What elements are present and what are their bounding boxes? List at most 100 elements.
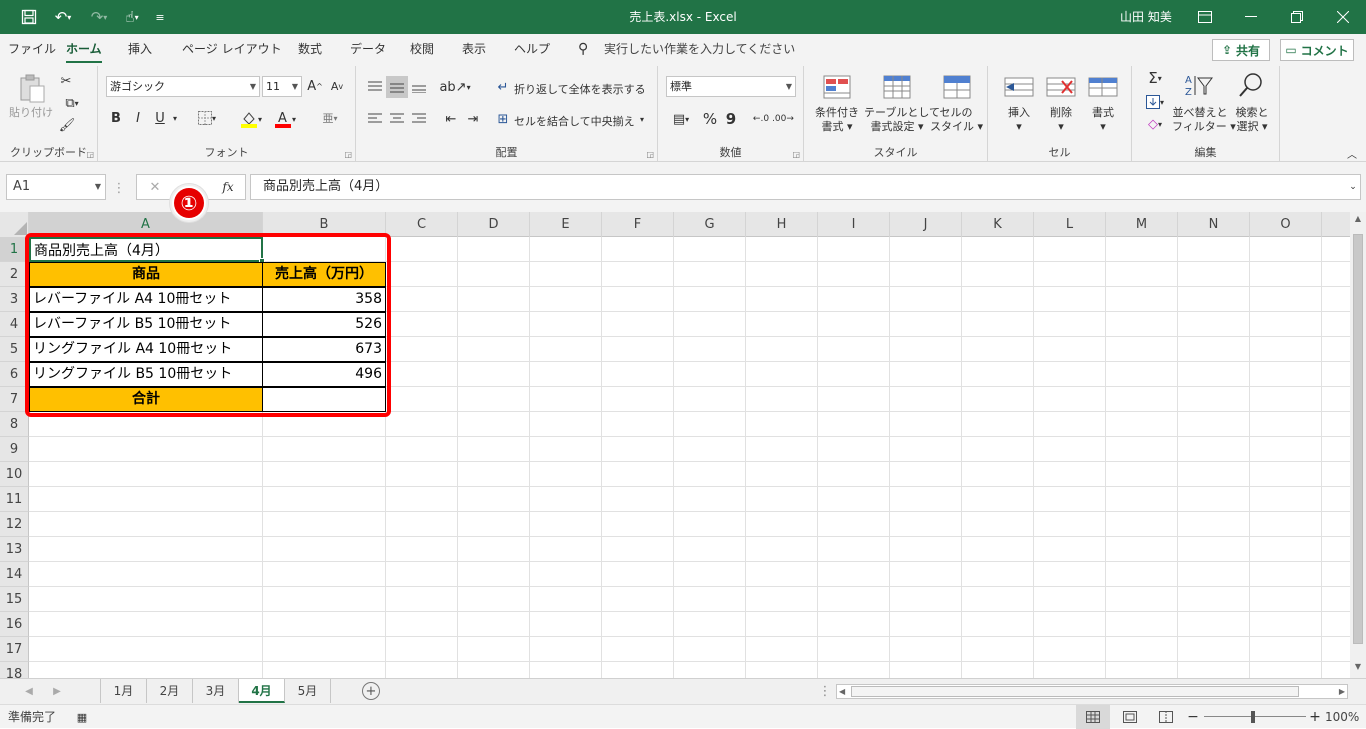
zoom-slider-thumb[interactable]	[1251, 711, 1255, 723]
cell-styles-icon[interactable]	[940, 72, 974, 102]
row-header-9[interactable]: 9	[0, 437, 29, 462]
row-header-10[interactable]: 10	[0, 462, 29, 487]
underline-dropdown-icon[interactable]: ▾	[170, 108, 180, 128]
sales-value-cell[interactable]: 526	[262, 312, 386, 337]
scroll-right-icon[interactable]: ▶	[1339, 685, 1345, 698]
accounting-format-icon[interactable]: ▤ ▾	[666, 108, 696, 130]
row-header-14[interactable]: 14	[0, 562, 29, 587]
format-as-table-button[interactable]: テーブルとして 書式設定 ▾	[864, 106, 940, 134]
zoom-out-icon[interactable]: −	[1186, 707, 1200, 727]
formula-input[interactable]: 商品別売上高（4月）	[250, 174, 1361, 200]
name-box[interactable]: A1 ▼	[6, 174, 106, 200]
decrease-font-icon[interactable]: Av	[328, 76, 346, 96]
page-layout-view-icon[interactable]	[1116, 705, 1144, 729]
align-center-icon[interactable]	[386, 108, 408, 130]
row-header-1[interactable]: 1	[0, 237, 29, 262]
sales-value-cell[interactable]: 358	[262, 287, 386, 312]
bold-button[interactable]: B	[108, 108, 124, 128]
undo-icon[interactable]: ↶ ▾	[46, 0, 80, 34]
close-icon[interactable]	[1320, 0, 1366, 34]
row-header-11[interactable]: 11	[0, 487, 29, 512]
column-header-m[interactable]: M	[1106, 212, 1178, 237]
row-header-2[interactable]: 2	[0, 262, 29, 287]
prev-sheet-icon[interactable]: ◀	[22, 683, 36, 699]
product-name-cell[interactable]: リングファイル B5 10冊セット	[29, 362, 263, 387]
decrease-decimal-icon[interactable]: .00→	[772, 108, 794, 130]
tab-home[interactable]: ホーム	[66, 34, 102, 66]
column-header-a[interactable]: A	[29, 212, 263, 237]
font-name-select[interactable]: 游ゴシック ▼	[106, 76, 260, 97]
insert-cells-icon[interactable]	[1002, 72, 1036, 102]
row-header-17[interactable]: 17	[0, 637, 29, 662]
scroll-left-icon[interactable]: ◀	[839, 685, 845, 698]
vertical-scrollbar[interactable]: ▲ ▼	[1350, 212, 1366, 678]
minimize-icon[interactable]	[1228, 0, 1274, 34]
cell-styles-button[interactable]: セルの スタイル ▾	[930, 106, 983, 134]
format-cells-button[interactable]: 書式 ▾	[1084, 106, 1122, 134]
zoom-in-icon[interactable]: +	[1308, 707, 1322, 727]
header-product-cell[interactable]: 商品	[29, 262, 263, 287]
clear-icon[interactable]: ◇ ▾	[1140, 114, 1170, 134]
tab-file[interactable]: ファイル	[8, 34, 56, 66]
horizontal-scroll-thumb[interactable]	[851, 686, 1299, 697]
insert-cells-button[interactable]: 挿入 ▾	[1000, 106, 1038, 134]
sheet-tab[interactable]: 5月	[285, 679, 331, 703]
search-icon[interactable]: ⚲	[578, 34, 588, 66]
paste-button[interactable]: 貼り付け	[8, 106, 54, 120]
conditional-format-icon[interactable]	[820, 72, 854, 102]
vertical-scroll-thumb[interactable]	[1353, 234, 1363, 644]
comma-style-button[interactable]: 9	[722, 108, 740, 130]
orientation-icon[interactable]: ab↗ ▾	[439, 76, 470, 98]
column-header-f[interactable]: F	[602, 212, 674, 237]
row-header-7[interactable]: 7	[0, 387, 29, 412]
total-value-cell[interactable]	[262, 387, 386, 412]
macro-record-icon[interactable]: ▦	[74, 709, 90, 725]
find-select-icon[interactable]	[1234, 70, 1268, 100]
tab-split-icon[interactable]: ⋮	[819, 683, 832, 699]
copy-icon[interactable]: ⧉ ▾	[58, 94, 86, 112]
tab-insert[interactable]: 挿入	[128, 34, 152, 66]
wrap-text-icon[interactable]: ↵	[494, 78, 512, 96]
cut-icon[interactable]: ✂	[58, 72, 74, 90]
decrease-indent-icon[interactable]: ⇤	[440, 108, 462, 130]
align-bottom-icon[interactable]	[408, 76, 430, 98]
fill-icon[interactable]: ▾	[1140, 92, 1170, 112]
scroll-up-icon[interactable]: ▲	[1352, 214, 1364, 228]
row-header-13[interactable]: 13	[0, 537, 29, 562]
sheet-tab[interactable]: 4月	[239, 679, 285, 703]
delete-cells-button[interactable]: 削除 ▾	[1042, 106, 1080, 134]
row-header-5[interactable]: 5	[0, 337, 29, 362]
expand-formula-icon[interactable]: ⌄	[1346, 178, 1360, 196]
column-header-d[interactable]: D	[458, 212, 530, 237]
next-sheet-icon[interactable]: ▶	[50, 683, 64, 699]
sheet-tab[interactable]: 2月	[147, 679, 193, 703]
format-painter-icon[interactable]: 🖌	[58, 116, 76, 134]
page-break-view-icon[interactable]	[1152, 705, 1180, 729]
column-header-l[interactable]: L	[1034, 212, 1106, 237]
redo-icon[interactable]: ↷ ▾	[82, 0, 116, 34]
header-sales-cell[interactable]: 売上高（万円）	[262, 262, 386, 287]
row-header-3[interactable]: 3	[0, 287, 29, 312]
insert-function-button[interactable]: fx	[218, 178, 238, 196]
worksheet-grid[interactable]: ABCDEFGHIJKLMNO 1 2 3 4 5 6 7 8 9 10 11 12 13 14 15 16 1…	[0, 212, 1366, 678]
merge-center-icon[interactable]: ⊞	[494, 110, 512, 128]
sales-value-cell[interactable]: 496	[262, 362, 386, 387]
conditional-format-button[interactable]: 条件付き 書式 ▾	[810, 106, 864, 134]
sales-value-cell[interactable]: 673	[262, 337, 386, 362]
align-middle-icon[interactable]	[386, 76, 408, 98]
delete-cells-icon[interactable]	[1044, 72, 1078, 102]
sort-filter-button[interactable]: 並べ替えと フィルター ▾	[1172, 106, 1236, 134]
percent-style-button[interactable]: %	[700, 108, 720, 130]
cell-a1-selected[interactable]: 商品別売上高（4月）	[29, 237, 263, 262]
cancel-formula-icon[interactable]: ✕	[146, 178, 164, 196]
total-label-cell[interactable]: 合計	[29, 387, 263, 412]
share-button[interactable]: ⇪ 共有	[1212, 39, 1270, 61]
number-launcher-icon[interactable]: ◲	[792, 150, 800, 159]
horizontal-scrollbar[interactable]: ◀ ▶	[836, 684, 1348, 699]
sort-filter-icon[interactable]: AZ	[1182, 70, 1216, 100]
paste-icon[interactable]	[14, 72, 50, 106]
increase-indent-icon[interactable]: ⇥	[462, 108, 484, 130]
merge-center-button[interactable]: セルを結合して中央揃え	[514, 113, 635, 129]
product-name-cell[interactable]: レバーファイル A4 10冊セット	[29, 287, 263, 312]
autosum-icon[interactable]: Σ ▾	[1140, 68, 1170, 88]
